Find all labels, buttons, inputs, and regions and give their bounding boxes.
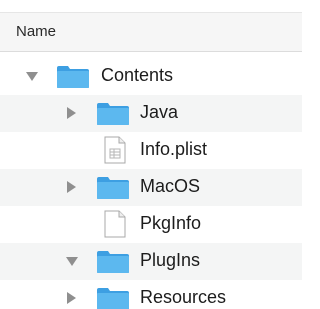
name-column-header[interactable]: Name (16, 23, 56, 40)
folder-icon (97, 288, 129, 309)
disclosure-triangle-expanded-icon[interactable] (26, 72, 38, 81)
list-item-java[interactable]: Java (0, 95, 302, 132)
folder-icon (97, 251, 129, 273)
item-label: Contents (101, 65, 174, 85)
folder-icon (97, 177, 129, 199)
item-label: PlugIns (140, 250, 201, 270)
disclosure-triangle-collapsed-icon[interactable] (67, 181, 76, 193)
disclosure-triangle-expanded-icon[interactable] (66, 257, 78, 266)
item-label: Info.plist (140, 139, 208, 159)
item-label: MacOS (140, 176, 201, 196)
folder-icon (57, 66, 89, 88)
list-item-plugins[interactable]: PlugIns (0, 243, 302, 280)
folder-icon (97, 103, 129, 125)
list-item-resources[interactable]: Resources (0, 280, 302, 309)
item-label: Resources (140, 287, 227, 307)
plist-file-icon (104, 136, 126, 164)
list-item-macos[interactable]: MacOS (0, 169, 302, 206)
item-label: Java (140, 102, 179, 122)
item-label: PkgInfo (140, 213, 202, 233)
disclosure-triangle-collapsed-icon[interactable] (67, 292, 76, 304)
finder-list-view: Name Contents Java Info.plist MacOS PkgI… (0, 0, 302, 309)
disclosure-triangle-collapsed-icon[interactable] (67, 107, 76, 119)
list-item-pkginfo[interactable]: PkgInfo (0, 206, 302, 243)
column-header[interactable]: Name (0, 12, 302, 52)
list-item-contents[interactable]: Contents (0, 58, 302, 95)
blank-file-icon (104, 210, 126, 238)
list-item-info-plist[interactable]: Info.plist (0, 132, 302, 169)
